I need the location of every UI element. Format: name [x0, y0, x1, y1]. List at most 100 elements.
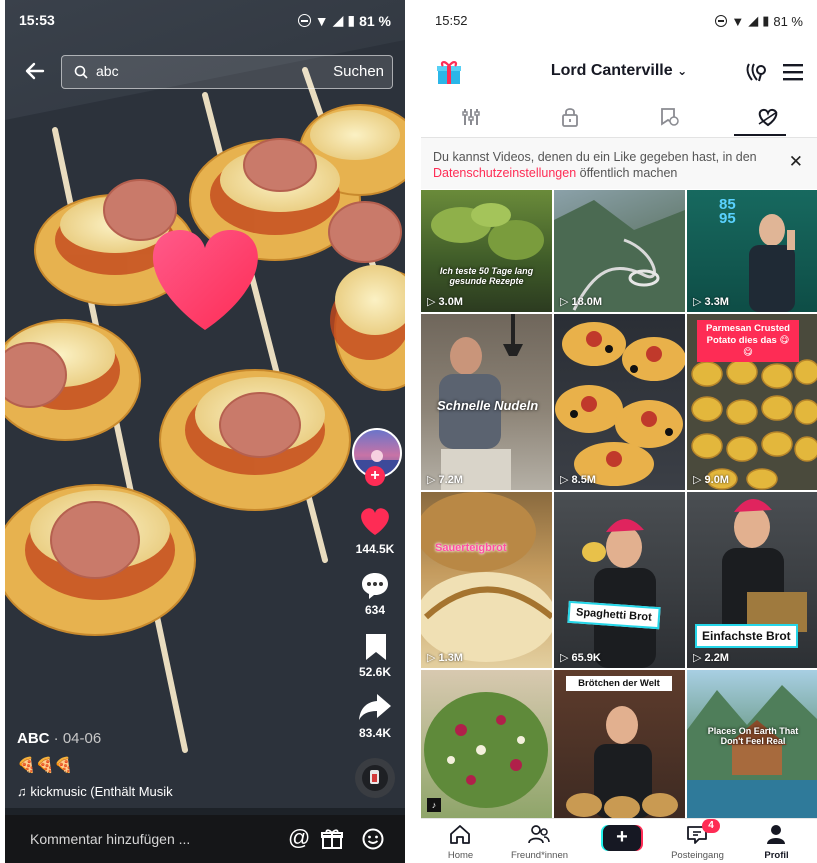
tab-videos-grid[interactable] — [421, 97, 520, 137]
thumbnail-caption: Einfachste Brot — [695, 624, 798, 648]
nav-profile-label: Profil — [764, 850, 789, 861]
emoji-smiley-icon[interactable] — [361, 827, 385, 851]
thumbnail-caption: Places On Earth That Don't Feel Real — [707, 726, 799, 746]
view-count: ▷ 3.0M — [427, 296, 463, 308]
video-thumbnail[interactable]: Schnelle Nudeln ▷ 7.2M — [421, 314, 552, 490]
status-icons: ▼ ◢ ▮ 81 % — [297, 12, 391, 29]
bottom-navigation: Home Freund*innen + 4 Posteingang Profil — [421, 818, 817, 863]
view-count: ▷ 65.9K — [560, 652, 601, 664]
tab-liked[interactable] — [718, 97, 817, 137]
video-thumbnail[interactable]: Ich teste 50 Tage lang gesunde Rezepte ▷… — [421, 190, 552, 312]
nav-friends[interactable]: Freund*innen — [500, 819, 579, 863]
mountain-road-thumbnail-image — [554, 200, 685, 312]
comment-input[interactable]: Kommentar hinzufügen ... — [30, 831, 190, 847]
lock-icon — [561, 108, 578, 127]
nav-home[interactable]: Home — [421, 819, 500, 863]
teacher-thumbnail-image — [749, 214, 795, 312]
liked-heart-icon — [758, 108, 777, 127]
close-icon[interactable]: ✕ — [789, 152, 803, 172]
creator-tools-icon[interactable] — [745, 61, 767, 83]
battery-icon: ▮ — [762, 13, 770, 28]
privacy-notice-banner: Du kannst Videos, denen du ein Like gege… — [421, 138, 817, 189]
salad-thumbnail-image — [424, 692, 548, 808]
view-count: ▷ 18.0M — [560, 296, 603, 308]
comment-bubble-icon[interactable] — [359, 570, 391, 602]
status-battery: 81 % — [359, 12, 391, 29]
music-label[interactable]: ♫ kickmusic (Enthält Musik — [17, 784, 207, 799]
create-button-label: + — [603, 825, 641, 851]
sourdough-thumbnail-image — [421, 492, 552, 662]
active-tab-indicator — [734, 134, 786, 136]
thumbnail-caption: Schnelle Nudeln — [437, 398, 539, 413]
video-thumbnail[interactable]: Parmesan Crusted Potato dies das 😋😋 ▷ 9.… — [687, 314, 817, 490]
follow-plus-icon[interactable]: + — [365, 466, 385, 486]
like-count: 144.5K — [355, 542, 395, 556]
gift-icon[interactable] — [320, 827, 344, 851]
mention-at-icon[interactable]: @ — [288, 825, 310, 851]
video-thumbnail[interactable]: Sauerteigbrot ▷ 1.3M — [421, 492, 552, 668]
chef-thumbnail-image — [582, 518, 656, 668]
search-bar[interactable]: abc Suchen — [61, 55, 393, 89]
notice-suffix: öffentlich machen — [576, 166, 678, 180]
math-numbers: 85 95 — [719, 196, 736, 227]
comment-bar: Kommentar hinzufügen ... @ — [5, 815, 405, 863]
save-count: 52.6K — [358, 665, 392, 679]
like-heart-icon[interactable] — [357, 505, 393, 537]
video-thumbnail[interactable]: ▷ 18.0M — [554, 190, 685, 312]
liked-videos-grid: Ich teste 50 Tage lang gesunde Rezepte ▷… — [421, 190, 817, 818]
nav-home-label: Home — [447, 850, 474, 861]
view-count: ▷ 9.0M — [693, 474, 729, 486]
comment-count: 634 — [364, 603, 386, 617]
status-battery: 81 % — [773, 13, 803, 29]
profile-icon — [767, 825, 785, 844]
thumbnail-caption: Parmesan Crusted Potato dies das 😋😋 — [697, 320, 799, 362]
bookmark-icon[interactable] — [363, 632, 389, 662]
tab-private[interactable] — [520, 97, 619, 137]
broccoli-thumbnail-image — [431, 203, 544, 260]
video-thumbnail[interactable]: Spaghetti Brot ▷ 65.9K — [554, 492, 685, 668]
back-arrow-icon[interactable] — [23, 59, 47, 83]
video-thumbnail[interactable]: ♪ — [421, 670, 552, 818]
hamburger-menu-icon[interactable] — [782, 62, 804, 82]
author-name[interactable]: ABC — [17, 730, 50, 747]
rolls-thumbnail-image — [566, 706, 678, 818]
video-frame-illustration — [5, 40, 405, 808]
grid-bars-icon — [461, 109, 480, 125]
video-thumbnail[interactable]: Einfachste Brot ▷ 2.2M — [687, 492, 817, 668]
notice-text: Du kannst Videos, denen du ein Like gege… — [433, 150, 757, 164]
video-thumbnail[interactable]: 85 95 ▷ 3.3M — [687, 190, 817, 312]
video-thumbnail[interactable]: Brötchen der Welt — [554, 670, 685, 818]
status-icons: ▼ ◢ ▮ 81 % — [715, 13, 803, 29]
wifi-icon: ▼ — [314, 12, 329, 29]
video-author[interactable]: ABC · 04-06 — [17, 730, 101, 747]
music-disc-icon[interactable] — [355, 758, 395, 798]
video-player[interactable] — [5, 0, 405, 808]
view-count: ▷ 8.5M — [560, 474, 596, 486]
search-icon — [74, 65, 88, 79]
nav-create[interactable]: + — [579, 819, 658, 863]
tiktok-logo-icon: ♪ — [427, 798, 441, 812]
wifi-icon: ▼ — [731, 13, 745, 29]
battery-icon: ▮ — [347, 12, 356, 28]
nav-profile[interactable]: Profil — [737, 819, 816, 863]
view-count: ▷ 3.3M — [693, 296, 729, 308]
nav-inbox-label: Posteingang — [671, 850, 724, 861]
video-thumbnail[interactable]: Places On Earth That Don't Feel Real — [687, 670, 817, 818]
friends-icon — [528, 825, 550, 844]
video-thumbnail[interactable]: ▷ 8.5M — [554, 314, 685, 490]
share-arrow-icon[interactable] — [357, 692, 393, 722]
signal-icon: ◢ — [332, 12, 344, 28]
profile-tabs — [421, 97, 817, 138]
view-count: ▷ 1.3M — [427, 652, 463, 664]
profile-screen: 15:52 ▼ ◢ ▮ 81 % Lord Canterville ⌄ Du k… — [421, 0, 817, 863]
post-date: · 04-06 — [53, 730, 102, 747]
signal-icon: ◢ — [748, 13, 759, 28]
share-count: 83.4K — [358, 726, 392, 740]
dnd-icon — [297, 14, 311, 27]
search-submit-button[interactable]: Suchen — [333, 63, 384, 80]
search-input[interactable]: abc — [96, 63, 119, 79]
nav-inbox[interactable]: 4 Posteingang — [658, 819, 737, 863]
privacy-settings-link[interactable]: Datenschutzeinstellungen — [433, 166, 576, 180]
inbox-badge: 4 — [702, 819, 720, 833]
tab-saved[interactable] — [619, 97, 718, 137]
